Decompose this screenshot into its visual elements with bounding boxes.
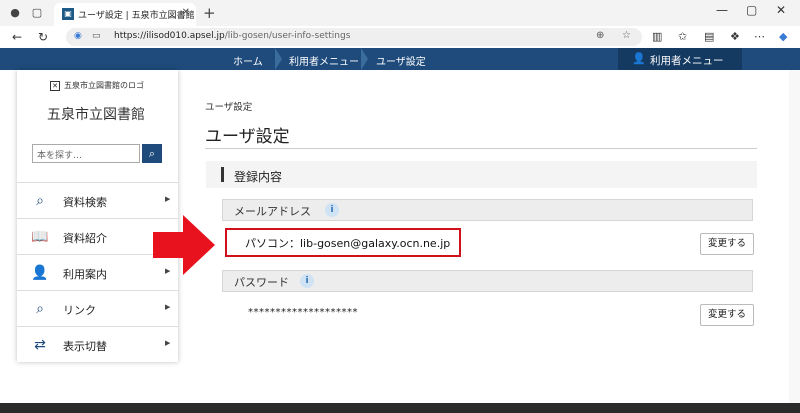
browser-address-bar: ← ↻ ◉ ▭ https://ilisod010.apsel.jp/lib-g…	[0, 26, 800, 48]
email-field-header: メールアドレス i	[222, 199, 753, 221]
title-divider	[205, 148, 757, 149]
favorites-icon[interactable]: ✩	[678, 30, 687, 43]
library-name[interactable]: 五泉市立図書館	[47, 104, 145, 124]
tab-title: ユーザ設定 | 五泉市立図書館	[78, 11, 195, 21]
section-accent-bar	[221, 167, 224, 182]
favorite-star-icon[interactable]: ☆	[622, 30, 631, 41]
breadcrumb: ユーザ設定	[205, 102, 253, 113]
sidebar-item-label: 利用案内	[63, 268, 107, 281]
scrollbar[interactable]	[789, 70, 800, 403]
tab-actions-icon[interactable]: ▢	[30, 6, 44, 20]
sidebar-item-label: 資料検索	[63, 196, 107, 209]
browser-tab-bar: ● ▢ ▣ ユーザ設定 | 五泉市立図書館 ✕ + — ▢ ✕	[0, 0, 800, 26]
chevron-right-icon: ▶	[165, 339, 171, 347]
highlight-box	[225, 228, 461, 257]
lock-icon: ▭	[92, 31, 101, 41]
nav-breadcrumb-user-menu[interactable]: 利用者メニュー	[289, 53, 359, 68]
page-footer	[0, 403, 800, 413]
change-email-button[interactable]: 変更する	[700, 233, 754, 255]
broken-image-icon: ✕	[50, 81, 60, 91]
minimize-icon[interactable]: —	[716, 3, 728, 17]
change-password-button[interactable]: 変更する	[700, 304, 754, 326]
switch-arrows-icon: ⇄	[34, 337, 46, 353]
collections-icon[interactable]: ▤	[704, 30, 714, 43]
sidebar-item-material-search[interactable]: ⌕ 資料検索 ▶	[17, 182, 178, 218]
site-favicon-icon: ▣	[62, 8, 74, 20]
sidebar-item-label: 表示切替	[63, 340, 107, 353]
section-header	[206, 161, 757, 188]
profile-icon[interactable]: ●	[8, 6, 22, 20]
info-icon[interactable]: i	[325, 203, 339, 217]
new-tab-icon[interactable]: +	[203, 4, 216, 22]
password-field-header: パスワード i	[222, 270, 753, 292]
logo-alt-text: 五泉市立図書館のロゴ	[64, 81, 144, 90]
maximize-icon[interactable]: ▢	[746, 3, 757, 17]
nav-breadcrumb-user-settings: ユーザ設定	[376, 57, 426, 68]
split-screen-icon[interactable]: ▥	[652, 30, 662, 43]
section-title: 登録内容	[234, 170, 283, 184]
breadcrumb-separator	[361, 48, 368, 70]
url-field[interactable]: ◉ ▭ https://ilisod010.apsel.jp/lib-gosen…	[66, 28, 642, 46]
tab-close-icon[interactable]: ✕	[182, 7, 190, 18]
breadcrumb-separator	[275, 48, 282, 70]
info-icon[interactable]: i	[300, 274, 314, 288]
password-label: パスワード	[234, 276, 289, 289]
back-icon[interactable]: ←	[12, 30, 22, 44]
nav-breadcrumb-home[interactable]: ホーム	[233, 53, 263, 68]
chevron-right-icon: ▶	[165, 303, 171, 311]
open-book-icon: 📖	[31, 229, 49, 245]
user-menu-label: 利用者メニュー	[650, 55, 724, 67]
password-value: ********************	[248, 307, 358, 318]
page-title: ユーザ設定	[205, 127, 290, 147]
red-arrow-annotation	[153, 215, 215, 275]
user-menu-button[interactable]: 👤 利用者メニュー	[618, 48, 742, 70]
search-icon: ⌕	[148, 147, 156, 160]
user-icon: 👤	[632, 52, 646, 65]
url-text: https://ilisod010.apsel.jp/lib-gosen/use…	[114, 31, 351, 41]
link-icon: ⌕	[36, 301, 44, 317]
sidebar-item-display-toggle[interactable]: ⇄ 表示切替 ▶	[17, 326, 178, 362]
search-input[interactable]: 本を探す…	[32, 144, 140, 163]
email-label: メールアドレス	[234, 205, 311, 218]
browser-tab[interactable]: ▣ ユーザ設定 | 五泉市立図書館 ✕	[54, 3, 196, 26]
sidebar-item-label: リンク	[63, 304, 96, 317]
copilot-icon[interactable]: ◆	[779, 30, 787, 43]
book-search-icon: ⌕	[36, 193, 44, 209]
search-button[interactable]: ⌕	[142, 144, 162, 163]
reload-icon[interactable]: ↻	[38, 30, 48, 44]
person-icon: 👤	[31, 265, 49, 281]
zoom-icon[interactable]: ⊕	[596, 30, 604, 41]
extensions-icon[interactable]: ❖	[730, 30, 740, 43]
window-close-icon[interactable]: ✕	[776, 3, 786, 17]
more-icon[interactable]: ⋯	[754, 30, 765, 43]
chevron-right-icon: ▶	[165, 195, 171, 203]
site-info-icon[interactable]: ◉	[74, 31, 82, 41]
sidebar-item-links[interactable]: ⌕ リンク ▶	[17, 290, 178, 326]
sidebar-item-label: 資料紹介	[63, 232, 107, 245]
screen: ● ▢ ▣ ユーザ設定 | 五泉市立図書館 ✕ + — ▢ ✕ ← ↻ ◉ ▭ …	[0, 0, 800, 413]
